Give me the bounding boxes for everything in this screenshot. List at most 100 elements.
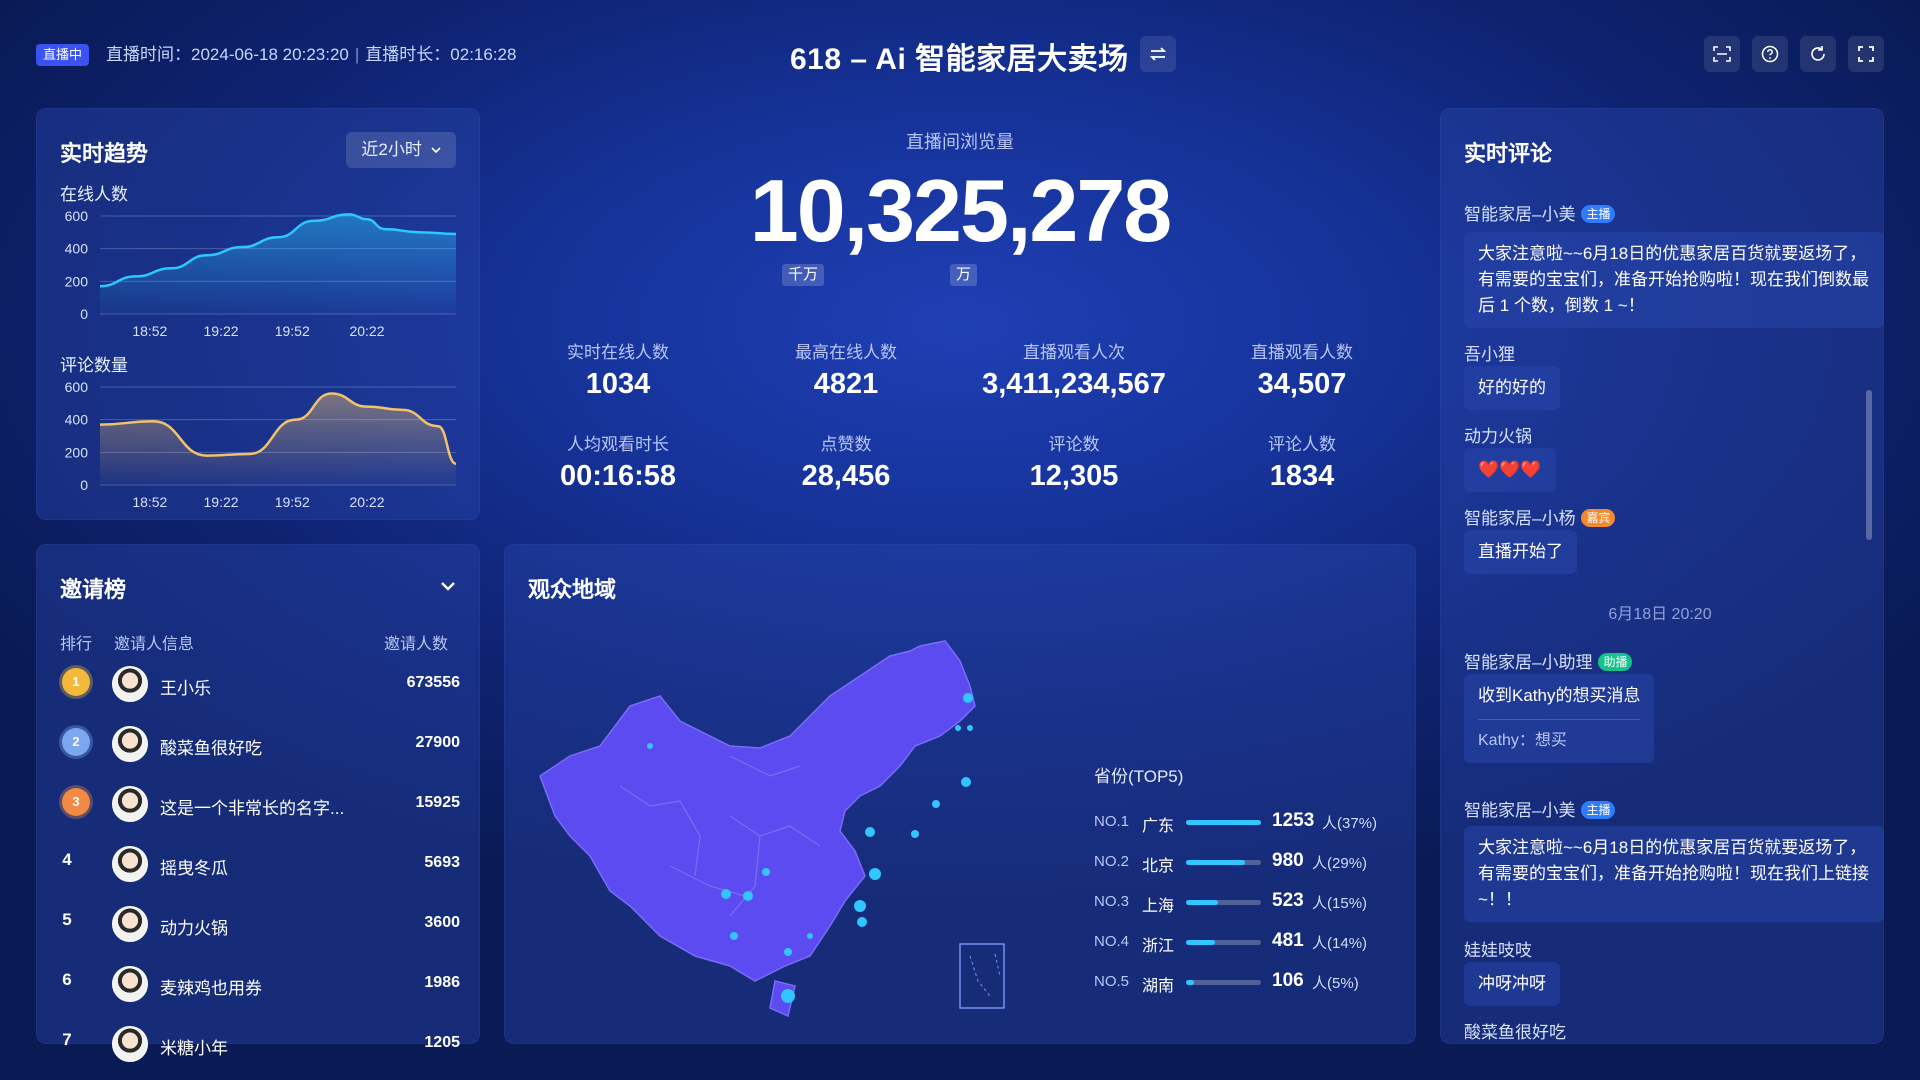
x-tick-label: 20:22 [349, 494, 384, 510]
top5-row: NO.3 上海 523 人(15%) [1094, 890, 1394, 915]
top5-title: 省份(TOP5) [1094, 767, 1184, 786]
col-rank: 排行 [60, 636, 93, 653]
invite-row[interactable]: 6 麦辣鸡也用券 1986 [36, 954, 460, 1014]
rank-medal-icon: 3 [62, 788, 90, 816]
china-map [539, 640, 1005, 1018]
rank-number: 5 [62, 910, 72, 929]
stat-label: 直播观看人数 [1251, 343, 1353, 362]
share-bar-fill [1186, 820, 1261, 825]
comment-bubble: ❤️❤️❤️ [1464, 448, 1556, 492]
comment-text: 冲呀冲呀 [1478, 974, 1546, 993]
comment-bubble: 冲呀冲呀 [1464, 962, 1560, 1006]
col-invite-count: 邀请人数 [384, 636, 449, 653]
x-tick-label: 19:52 [275, 323, 310, 339]
invite-row[interactable]: 5 动力火锅 3600 [36, 894, 460, 954]
comment-username: 动力火锅 [1464, 427, 1532, 446]
audience-pct: 人(15%) [1312, 892, 1367, 913]
x-tick-label: 18:52 [132, 494, 167, 510]
unit: 人 [1312, 975, 1328, 992]
rank-no: NO.5 [1094, 973, 1130, 990]
rank-medal-icon: 2 [62, 728, 90, 756]
x-tick-label: 19:22 [204, 494, 239, 510]
unit: 人 [1312, 855, 1328, 872]
live-status-badge: 直播中 [36, 44, 90, 66]
comment-text: 好的好的 [1478, 378, 1546, 397]
comment-user: 智能家居–小助理 助播 [1464, 648, 1633, 673]
share-bar [1186, 900, 1261, 905]
x-tick-label: 19:52 [275, 494, 310, 510]
comments-title: 实时评论 [1464, 141, 1553, 166]
comment-user: 动力火锅 [1464, 422, 1532, 447]
comment-quote: Kathy：想买 [1478, 732, 1567, 749]
share-bar-fill [1186, 900, 1218, 905]
comments-scrollbar[interactable] [1866, 390, 1872, 540]
audience-count: 481 [1272, 930, 1304, 951]
invite-row[interactable]: 7 米糖小年 1205 [36, 1014, 460, 1074]
comment-username: 智能家居–小助理 [1464, 653, 1593, 672]
rank-no: NO.1 [1094, 813, 1130, 830]
invite-row[interactable]: 3 这是一个非常长的名字... 15925 [36, 774, 460, 834]
invite-row[interactable]: 2 酸菜鱼很好吃 27900 [36, 714, 460, 774]
rank-no: NO.2 [1094, 853, 1130, 870]
audience-count: 1253 [1272, 810, 1315, 831]
y-tick-label: 0 [80, 477, 88, 493]
comment-bubble: 直播开始了 [1464, 530, 1577, 574]
invite-row[interactable]: 4 摇曳冬瓜 5693 [36, 834, 460, 894]
province-name: 上海 [1142, 898, 1175, 915]
comment-text: ❤️❤️❤️ [1478, 460, 1542, 479]
audience-count: 523 [1272, 890, 1304, 911]
stat-label: 评论数 [1048, 435, 1100, 454]
stat-label: 点赞数 [820, 435, 872, 454]
avatar [112, 1026, 148, 1062]
switch-room-button[interactable] [1140, 36, 1176, 72]
percent: (5%) [1327, 975, 1359, 992]
comment-date-divider: 6月18日 20:20 [1608, 606, 1712, 623]
stat-label: 人均观看时长 [567, 435, 669, 454]
china-mainland-shape [539, 640, 976, 982]
stat-value: 3,411,234,567 [982, 368, 1166, 400]
top5-row: NO.4 浙江 481 人(14%) [1094, 930, 1394, 955]
inviter-name: 这是一个非常长的名字... [160, 799, 345, 818]
share-bar-fill [1186, 860, 1245, 865]
comment-user: 智能家居–小杨 嘉宾 [1464, 504, 1616, 529]
invite-count: 5693 [424, 854, 460, 871]
help-button[interactable] [1752, 36, 1788, 72]
comment-text: 大家注意啦~~6月18日的优惠家居百货就要返场了，有需要的宝宝们，准备开始抢购啦… [1478, 838, 1869, 909]
stat-label: 直播观看人次 [1023, 343, 1125, 362]
comment-count-chart: 0 200 400 600 18:52 19:22 19:52 20:22 [65, 379, 457, 510]
stat-value: 34,507 [1257, 368, 1347, 400]
rank-no: NO.4 [1094, 933, 1130, 950]
comment-chart-title: 评论数量 [60, 356, 128, 375]
role-tag: 助播 [1598, 653, 1633, 671]
invite-collapse-button[interactable] [436, 574, 460, 598]
screenshot-button[interactable] [1704, 36, 1740, 72]
trend-title: 实时趋势 [60, 141, 149, 166]
percent: (14%) [1327, 935, 1368, 952]
refresh-icon [1811, 46, 1825, 61]
comment-username: 智能家居–小美 [1464, 801, 1576, 820]
y-tick-label: 200 [65, 273, 89, 289]
time-range-dropdown[interactable]: 近2小时 [346, 132, 456, 168]
bubble-divider [1478, 719, 1641, 720]
y-tick-label: 0 [80, 306, 88, 322]
chevron-down-icon [441, 582, 455, 591]
rank-number: 6 [62, 970, 72, 989]
y-tick-label: 600 [65, 208, 89, 224]
online-count-area [100, 214, 456, 314]
online-chart-title: 在线人数 [60, 185, 128, 204]
time-range-label: 近2小时 [361, 140, 422, 159]
invite-row[interactable]: 1 王小乐 673556 [36, 654, 460, 714]
refresh-button[interactable] [1800, 36, 1836, 72]
top5-row: NO.1 广东 1253 人(37%) [1094, 810, 1394, 835]
fullscreen-button[interactable] [1848, 36, 1884, 72]
percent: (37%) [1337, 815, 1378, 832]
province-name: 广东 [1142, 818, 1175, 835]
unit-tag-wan: 万 [950, 264, 978, 286]
chevron-down-icon [431, 147, 441, 154]
stat-value: 1834 [1269, 460, 1335, 492]
unit-tag-thousand-wan: 千万 [782, 264, 825, 286]
live-info: 直播时间：2024-06-18 20:23:20 | 直播时长：02:16:28 [106, 45, 517, 64]
audience-pct: 人(5%) [1312, 972, 1359, 993]
role-tag: 主播 [1581, 205, 1616, 223]
views-total: 10,325,278 [749, 161, 1172, 260]
